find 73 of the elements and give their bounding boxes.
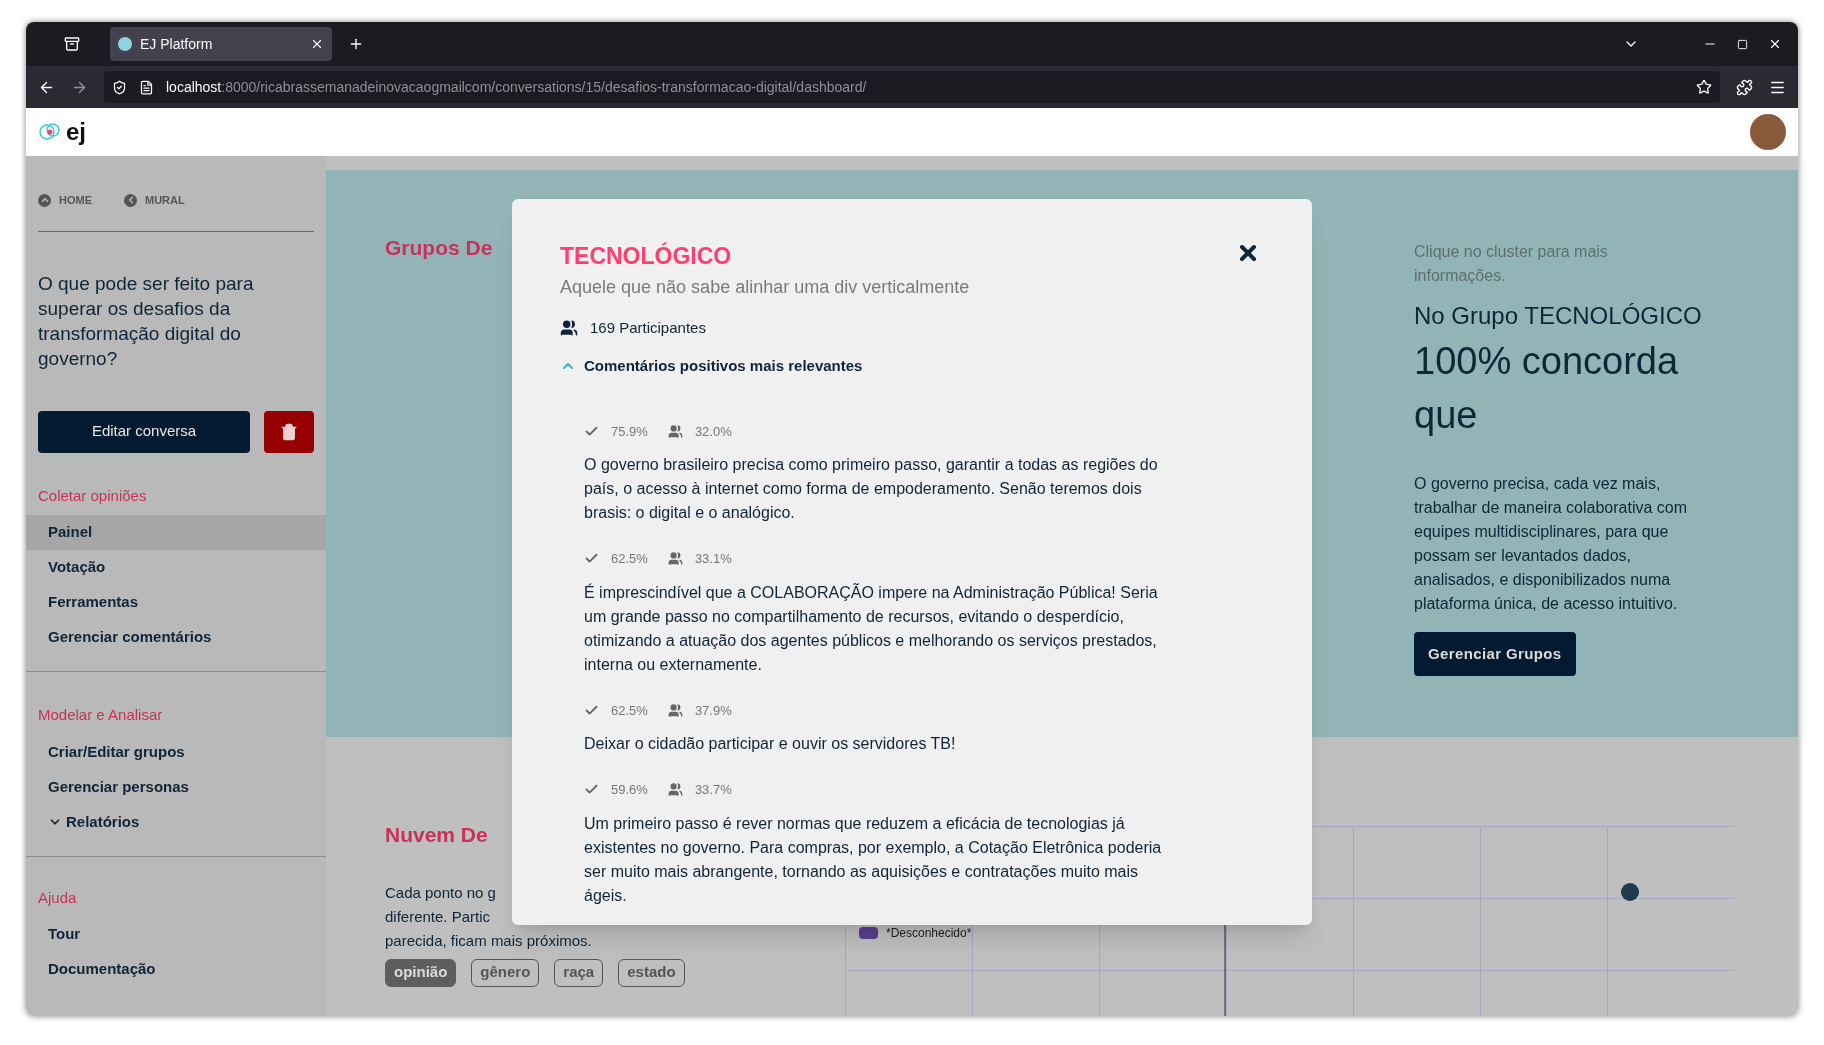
home-icon <box>38 193 51 207</box>
page-icon <box>139 79 154 95</box>
sidebar-item[interactable]: Votação <box>26 550 326 585</box>
participation-percent: 33.7% <box>694 781 732 799</box>
back-icon <box>124 193 137 207</box>
participation-percent: 33.1% <box>694 550 732 568</box>
logo-text: ej <box>66 117 86 147</box>
manage-groups-button[interactable]: Gerenciar Grupos <box>1414 631 1576 676</box>
bookmark-star-icon[interactable] <box>1696 79 1712 95</box>
sidebar-item[interactable]: Painel <box>26 515 326 550</box>
sidebar-item[interactable]: Criar/Editar grupos <box>26 734 326 770</box>
group-description: O governo precisa, cada vez mais, trabalhar de maneira colaborativa com equipes multidisciplinares, para que possam ser levantados dados, analisados, e disponibilizados numa plataforma única, de acesso intuitivo. <box>1414 473 1689 614</box>
agree-percent: 75.9% <box>611 422 648 441</box>
filter-chip[interactable]: opinião <box>385 958 457 987</box>
trash-icon <box>280 422 298 441</box>
delete-button[interactable] <box>264 410 314 453</box>
users-icon <box>667 782 683 798</box>
edit-conversation-button[interactable]: Editar conversa <box>38 410 250 453</box>
sidebar-item[interactable]: Gerenciar comentários <box>26 620 326 655</box>
filter-chip[interactable]: raça <box>554 958 604 987</box>
modal-title: TECNOLÓGICO <box>560 241 732 271</box>
filter-chip[interactable]: estado <box>618 958 685 987</box>
section-title: Ajuda <box>38 887 78 908</box>
comment-text: Um primeiro passo é rever normas que reduzem a eficácia de tecnologias já existentes no governo. Para compras, por exemplo, a Cotação Eletrônica poderia ser muito mais abrangente, tornando as aquisições e contratações muito mais ágeis. <box>584 813 1163 906</box>
cluster-point <box>1621 883 1639 901</box>
participation-percent: 37.9% <box>694 701 732 720</box>
extensions-icon[interactable] <box>1736 78 1753 96</box>
users-icon <box>667 551 683 567</box>
section-heading: Grupos De <box>385 234 493 261</box>
address-bar[interactable]: localhost:8000/ricabrassemanadeinovacaogmailcom/conversations/15/desafios-transformacao-digital/dashboard/ <box>104 71 1720 103</box>
close-icon[interactable] <box>310 37 324 51</box>
url-text: localhost:8000/ricabrassemanadeinovacaogmailcom/conversations/15/desafios-transformacao-digital/dashboard/ <box>166 77 868 97</box>
modal-subtitle: Aquele que não sabe alinhar uma div verticalmente <box>560 275 971 299</box>
agree-percent: 62.5% <box>611 550 648 568</box>
users-icon <box>560 318 578 337</box>
section-title: Modelar e Analisar <box>38 705 164 725</box>
participants-count: 169 Participantes <box>590 317 706 338</box>
description-line: parecida, ficam mais próximos. <box>385 930 592 951</box>
comment-text: Deixar o cidadão participar e ouvir os servidores TB! <box>584 734 957 754</box>
users-icon <box>667 423 683 439</box>
favicon-icon <box>118 37 132 51</box>
comment-text: O governo brasileiro precisa como primeiro passo, garantir a todas as regiões do país, o acesso à internet como forma de empoderamento. Senão teremos dois brasis: o digital e o analógico. <box>584 455 1159 523</box>
section-heading: Nuvem De <box>385 822 488 848</box>
sidebar-item[interactable]: Tour <box>26 917 326 952</box>
agreement-headline: 100% concorda que <box>1414 338 1680 438</box>
agree-percent: 62.5% <box>611 701 648 720</box>
sidebar-item[interactable]: Ferramentas <box>26 585 326 620</box>
filter-chip[interactable]: gênero <box>471 958 540 987</box>
description-line: Cada ponto no g <box>385 882 496 903</box>
description-line: diferente. Partic <box>385 906 491 927</box>
browser-tab[interactable]: EJ Platform <box>110 27 332 61</box>
sidebar-item[interactable]: Relatórios <box>26 804 326 840</box>
comment-text: É imprescindível que a COLABORAÇÃO impere na Administração Pública! Seria um grande passo no compartilhamento de recursos, evitando o desperdício, otimizando a atuação dos agentes públicos e melhorando os serviços prestados, interna ou externamente. <box>584 582 1159 675</box>
users-icon <box>667 702 683 718</box>
legend-label: *Desconhecido* <box>886 925 972 942</box>
group-title: No Grupo TECNOLÓGICO <box>1414 300 1703 331</box>
nav-link[interactable]: MURAL <box>124 192 185 209</box>
agree-percent: 59.6% <box>611 781 648 799</box>
shield-icon <box>112 79 127 95</box>
accordion-header[interactable]: Comentários positivos mais relevantes <box>560 355 863 378</box>
avatar[interactable] <box>1750 114 1786 150</box>
maximize-icon[interactable] <box>1737 38 1748 50</box>
participation-percent: 32.0% <box>694 422 732 441</box>
sidebar-item[interactable]: Gerenciar personas <box>26 769 326 805</box>
nav-link[interactable]: HOME <box>38 192 92 209</box>
new-tab-icon[interactable] <box>348 36 364 52</box>
section-title: Coletar opiniões <box>38 485 148 506</box>
hint-text: Clique no cluster para mais informações. <box>1414 241 1609 286</box>
sidebar-item[interactable]: Documentação <box>26 952 326 987</box>
tab-list-icon[interactable] <box>64 36 80 52</box>
tab-title: EJ Platform <box>140 34 214 54</box>
close-icon[interactable] <box>1768 37 1782 51</box>
conversation-question: O que pode ser feito para superar os desafios da transformação digital do governo? <box>38 271 255 371</box>
